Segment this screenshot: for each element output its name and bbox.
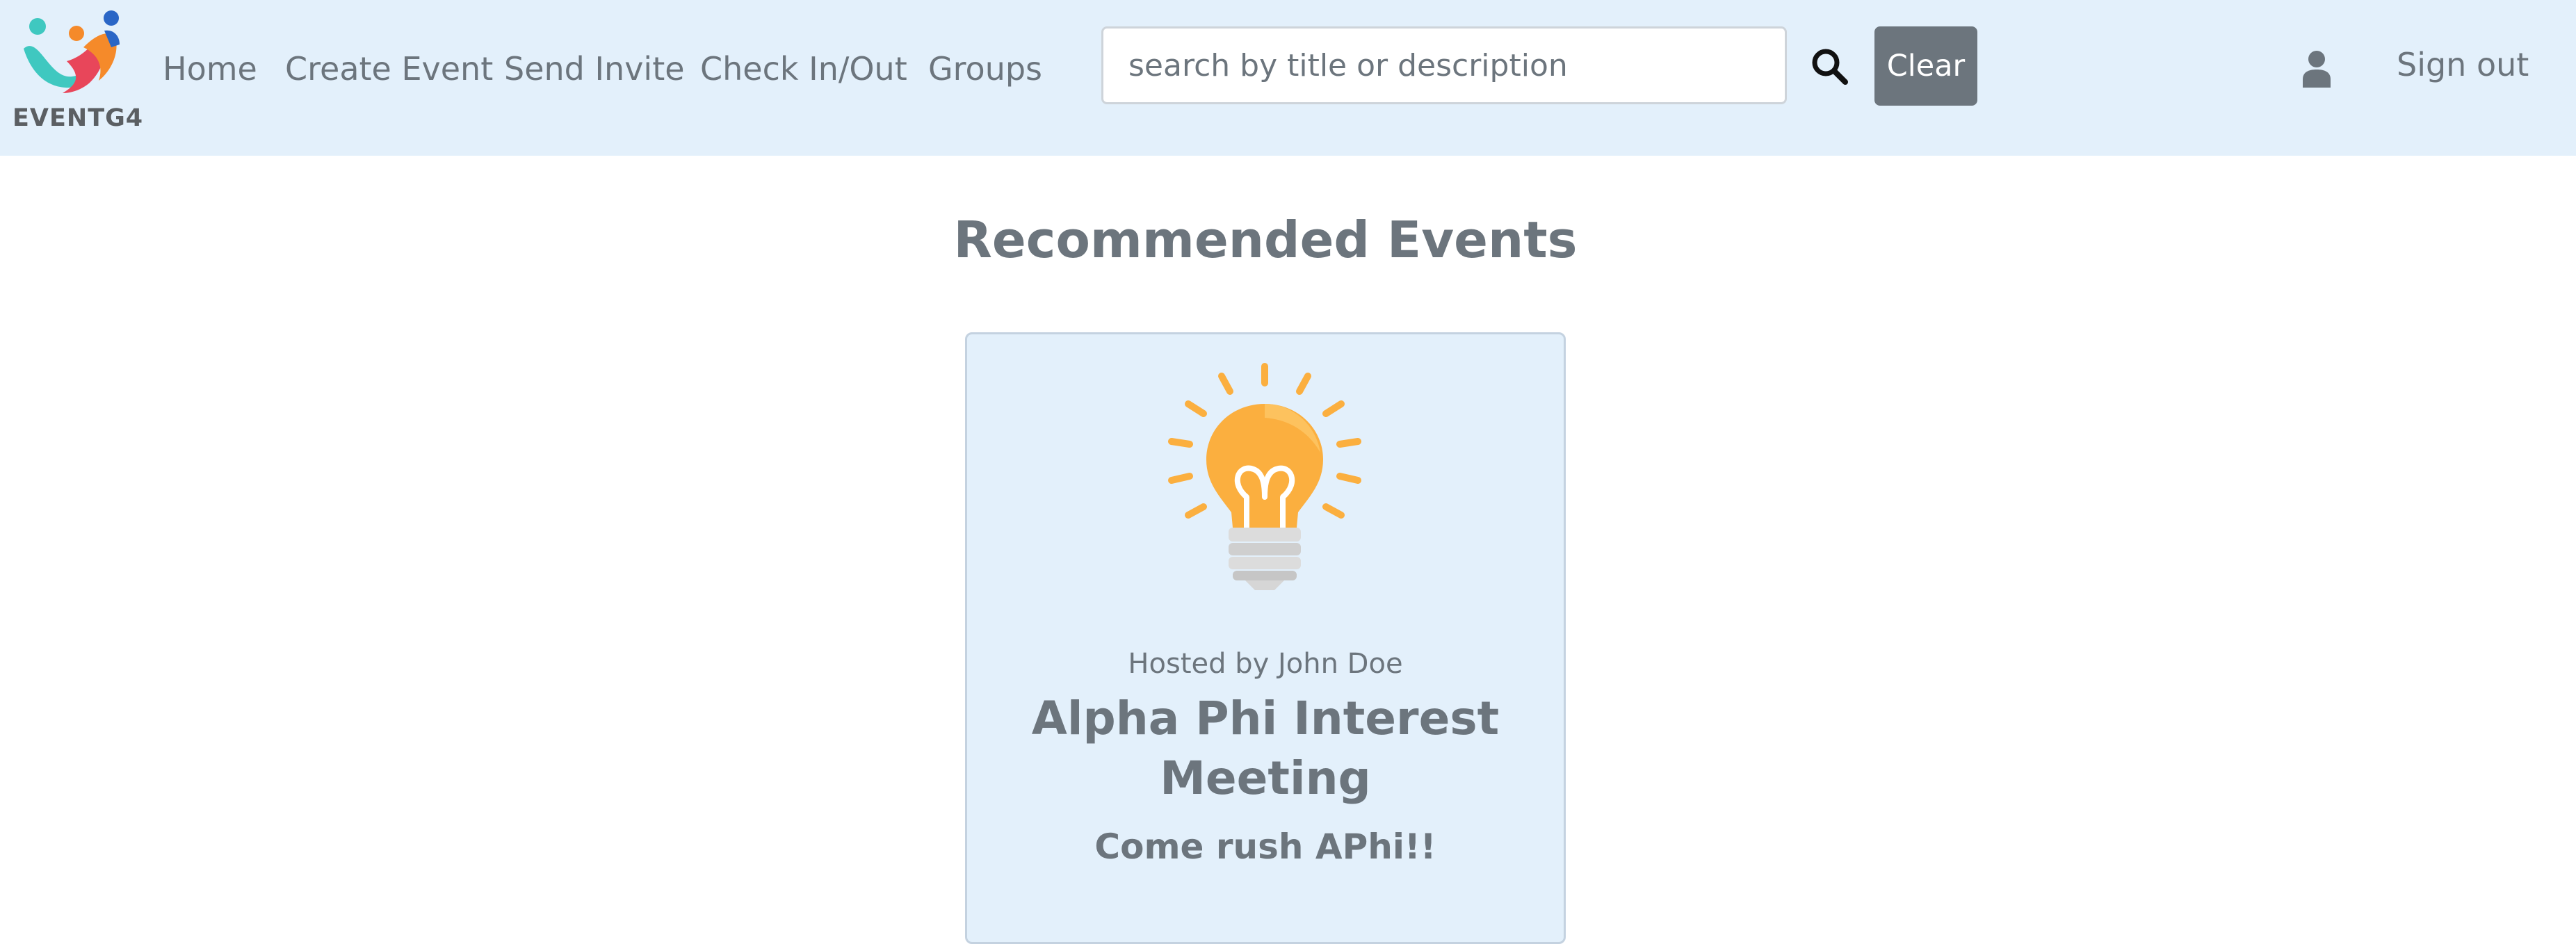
sign-out-link[interactable]: Sign out	[2397, 40, 2529, 89]
navbar: EVENTG4 Home Create Event Send Invite Ch…	[0, 0, 2576, 156]
event-title[interactable]: Alpha Phi Interest Meeting	[1009, 689, 1522, 808]
nav-groups[interactable]: Groups	[928, 44, 1042, 93]
brand-name: EVENTG4	[13, 104, 144, 132]
lightbulb-icon	[1168, 363, 1361, 590]
event-description: Come rush APhi!!	[1094, 827, 1436, 867]
people-logo-icon	[24, 10, 120, 93]
event-card[interactable]: Hosted by John Doe Alpha Phi Interest Me…	[965, 332, 1566, 944]
clear-button[interactable]: Clear	[1874, 26, 1977, 106]
nav-home[interactable]: Home	[163, 44, 257, 93]
nav-check-in-out[interactable]: Check In/Out	[700, 44, 907, 93]
user-icon[interactable]	[2301, 49, 2332, 88]
brand-logo[interactable]: EVENTG4	[11, 7, 143, 132]
event-host: Hosted by John Doe	[1128, 648, 1403, 680]
search-input[interactable]	[1101, 26, 1787, 104]
nav-create-event[interactable]: Create Event	[285, 44, 493, 93]
page-title: Recommended Events	[953, 211, 1578, 269]
search-icon	[1812, 49, 1848, 85]
nav-send-invite[interactable]: Send Invite	[504, 44, 685, 93]
search-button[interactable]	[1808, 44, 1852, 89]
